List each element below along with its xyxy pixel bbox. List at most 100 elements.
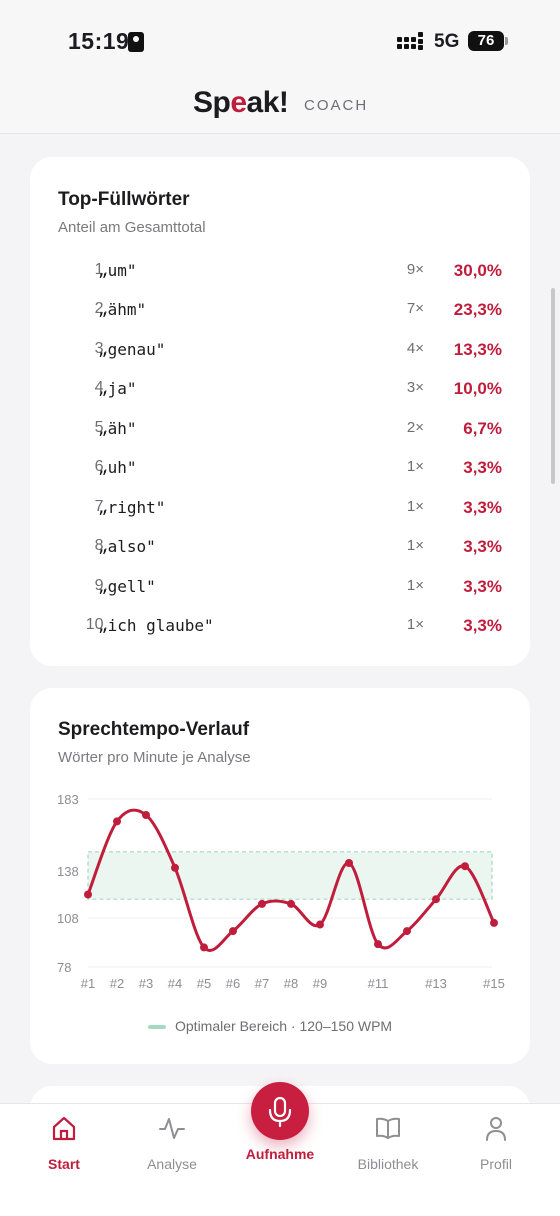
filler-count: 1× [406,577,424,594]
x-tick-label: #7 [255,976,269,991]
filler-percentage: 3,3% [463,577,502,596]
x-tick-label: #1 [81,976,95,991]
x-tick-label: #13 [425,976,447,991]
contact-card-icon [128,32,144,52]
filler-word: „um" [98,261,137,280]
filler-percentage: 10,0% [453,379,502,398]
tab-analyse[interactable]: Analyse [122,1114,222,1174]
data-point [171,863,179,872]
tab-label: Bibliothek [357,1156,419,1172]
x-tick-label: #5 [197,976,211,991]
filler-row: 8. „also" 1× 3,3% [30,537,530,567]
data-point [403,927,411,936]
y-tick-label: 108 [57,911,79,926]
filler-percentage: 6,7% [463,419,502,438]
filler-words-subtitle: Anteil am Gesamttotal [58,219,206,236]
data-point [316,920,324,929]
battery-tip [505,37,508,45]
filler-percentage: 3,3% [463,616,502,635]
data-point [490,918,498,927]
filler-row: 3. „genau" 4× 13,3% [30,340,530,370]
filler-row: 2. „ähm" 7× 23,3% [30,300,530,330]
filler-word: „uh" [98,458,137,477]
scrollbar[interactable] [551,288,555,484]
filler-word: „ja" [98,379,137,398]
tab-bibliothek[interactable]: Bibliothek [338,1114,438,1174]
tab-bar: Start Analyse Aufnahme Bibliothek Profil [0,1082,560,1216]
filler-row: 10. „ich glaube" 1× 3,3% [30,616,530,646]
logo-text-start: Sp [193,86,231,119]
book-icon [376,1117,400,1139]
data-point [229,927,237,936]
app-header: Speak! COACH [0,80,560,134]
filler-row: 9. „gell" 1× 3,3% [30,577,530,607]
user-icon [486,1117,506,1141]
data-point [113,817,121,826]
data-point [345,859,353,867]
tempo-line-chart: 183 138 108 78 #1 #2 #3 #4 #5 #6 #7 #8 #9 #11 #13 #15 [57,792,505,991]
y-tick-label: 78 [57,960,71,975]
filler-count: 3× [406,379,424,396]
filler-row: 5. „äh" 2× 6,7% [30,419,530,449]
x-tick-label: #3 [139,976,153,991]
app-logo[interactable]: Speak! [193,86,289,120]
filler-percentage: 13,3% [453,340,502,359]
x-tick-label: #2 [110,976,124,991]
battery-icon: 76 [468,31,504,51]
data-point [287,899,295,908]
filler-percentage: 3,3% [463,498,502,517]
filler-percentage: 3,3% [463,458,502,477]
tab-label: Profil [480,1156,512,1172]
status-time: 15:19 [68,28,130,54]
filler-word: „ähm" [98,300,147,319]
filler-count: 9× [406,261,424,278]
filler-row: 6. „uh" 1× 3,3% [30,458,530,488]
data-point [200,943,208,952]
speech-tempo-card: Sprechtempo-Verlauf Wörter pro Minute je… [30,688,530,1064]
logo-subtitle: COACH [304,97,369,114]
x-tick-label: #9 [313,976,327,991]
filler-word: „ich glaube" [98,616,214,635]
logo-text-accent: e [230,86,247,119]
microphone-icon [268,1096,292,1128]
filler-words-title: Top-Füllwörter [58,189,190,210]
tab-start[interactable]: Start [14,1114,114,1174]
filler-word: „gell" [98,577,156,596]
filler-words-card: Top-Füllwörter Anteil am Gesamttotal 1. … [30,157,530,666]
record-button[interactable] [251,1082,309,1140]
filler-count: 7× [406,300,424,317]
optimal-range-band [87,851,493,900]
filler-count: 1× [406,498,424,515]
filler-row: 7. „right" 1× 3,3% [30,498,530,528]
logo-text-end: ak! [246,86,289,119]
legend-swatch [148,1025,166,1029]
filler-row: 4. „ja" 3× 10,0% [30,379,530,409]
x-tick-label: #4 [168,976,182,991]
x-tick-label: #8 [284,976,298,991]
x-tick-label: #6 [226,976,240,991]
filler-percentage: 3,3% [463,537,502,556]
data-point [374,940,382,949]
y-tick-label: 183 [57,792,79,807]
data-point [258,899,266,908]
filler-count: 1× [406,458,424,475]
activity-icon [159,1118,185,1139]
x-tick-label: #11 [368,976,389,991]
tab-profil[interactable]: Profil [446,1114,546,1174]
status-bar: 15:19 5G 76 [0,0,560,80]
tab-label[interactable]: Aufnahme [230,1146,330,1162]
filler-word: „right" [98,498,166,517]
filler-count: 2× [406,419,424,436]
home-icon [52,1116,76,1141]
filler-percentage: 30,0% [453,261,502,280]
chart-legend: Optimaler Bereich · 120–150 WPM [148,1018,418,1038]
data-point [84,890,92,899]
filler-count: 1× [406,537,424,554]
filler-percentage: 23,3% [453,300,502,319]
filler-word: „genau" [98,340,166,359]
data-point [461,862,469,871]
filler-count: 1× [406,616,424,633]
x-tick-label: #15 [483,976,505,991]
filler-word: „also" [98,537,156,556]
filler-word: „äh" [98,419,137,438]
